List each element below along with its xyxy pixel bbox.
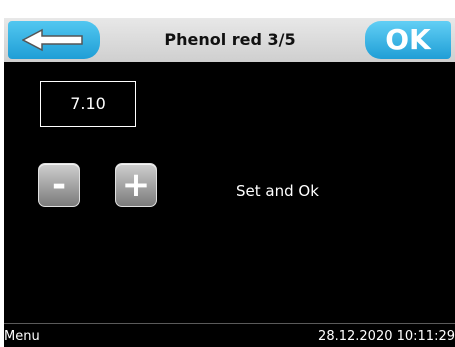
datetime-label: 28.12.2020 10:11:29 [318,329,455,344]
screen: Phenol red 3/5 OK 7.10 - + Set and Ok Me… [4,18,455,347]
menu-button[interactable]: Menu [4,329,40,344]
plus-icon: + [121,165,151,205]
decrement-button[interactable]: - [38,163,80,207]
minus-icon: - [51,165,67,205]
left-arrow-icon [22,28,83,52]
value-display: 7.10 [40,81,136,127]
back-button[interactable] [8,21,100,59]
footer-divider [4,323,455,324]
ok-button[interactable]: OK [365,21,451,59]
page-title: Phenol red 3/5 [164,30,296,49]
increment-button[interactable]: + [115,163,157,207]
device-frame: Phenol red 3/5 OK 7.10 - + Set and Ok Me… [0,0,455,347]
instruction-text: Set and Ok [236,182,319,200]
header-bar: Phenol red 3/5 OK [4,18,455,62]
